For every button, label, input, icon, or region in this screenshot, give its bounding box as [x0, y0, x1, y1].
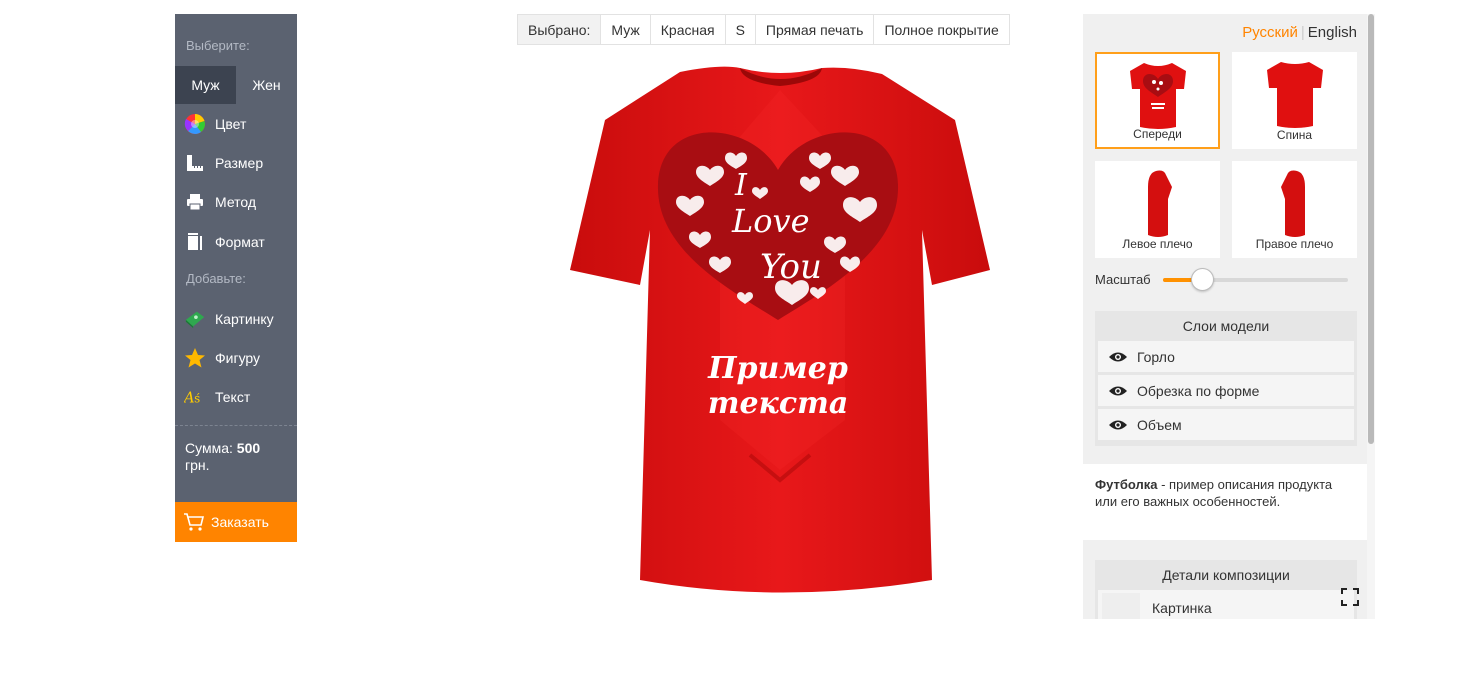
view-left-sleeve[interactable]: Левое плечо — [1095, 161, 1220, 258]
composition-title: Детали композиции — [1162, 567, 1290, 583]
view-selector: Спереди Спина Левое плечо Правое плечо — [1095, 52, 1357, 258]
right-panel: Русский | English Спереди Спина Левое плеч… — [1083, 14, 1367, 619]
product-description: Футболка - пример описания продукта или … — [1083, 464, 1367, 540]
right-panel-scrollbar[interactable] — [1367, 14, 1375, 619]
right-sleeve-thumbnail — [1280, 170, 1305, 237]
selection-size: S — [726, 15, 756, 44]
view-front[interactable]: Спереди — [1095, 52, 1220, 149]
layer-label: Горло — [1137, 348, 1175, 365]
gender-male-tab[interactable]: Муж — [175, 66, 236, 104]
star-icon — [184, 347, 206, 369]
heart-text-love: Love — [731, 202, 810, 240]
layers-title: Слои модели — [1182, 318, 1270, 334]
custom-text-line2: текста — [708, 386, 849, 421]
sum-currency: грн. — [185, 457, 210, 474]
left-sidebar: Выберите: Муж Жен Цвет Размер Метод Форм… — [175, 14, 297, 542]
format-icon — [184, 231, 206, 253]
model-layers: Слои модели Горло Обрезка по форме Объем — [1095, 311, 1357, 446]
layer-label: Обрезка по форме — [1137, 382, 1260, 399]
sidebar-item-add-text[interactable]: Aś Текст — [175, 378, 297, 417]
view-label: Правое плечо — [1255, 237, 1334, 251]
product-name: Футболка — [1095, 477, 1158, 492]
composition-item[interactable]: Картинка — [1098, 590, 1354, 619]
sidebar-item-label: Фигуру — [215, 350, 261, 367]
sidebar-item-label: Метод — [215, 194, 257, 211]
layer-label: Объем — [1137, 416, 1182, 433]
sidebar-item-color[interactable]: Цвет — [175, 104, 297, 143]
language-switch: Русский | English — [1242, 24, 1357, 41]
image-icon — [184, 308, 206, 330]
layer-neck[interactable]: Горло — [1098, 341, 1354, 372]
sidebar-item-label: Картинку — [215, 310, 274, 327]
composition-details: Детали композиции Картинка — [1095, 560, 1357, 619]
custom-text-line1: Пример — [707, 351, 848, 386]
view-label: Спина — [1276, 128, 1313, 142]
view-back[interactable]: Спина — [1232, 52, 1357, 149]
add-heading: Добавьте: — [186, 271, 246, 287]
order-sum: Сумма: 500 грн. — [175, 426, 297, 493]
fullscreen-icon[interactable] — [1340, 587, 1360, 612]
cart-icon — [183, 512, 205, 532]
eye-icon — [1108, 351, 1128, 363]
sidebar-item-add-image[interactable]: Картинку — [175, 299, 297, 338]
left-sleeve-thumbnail — [1147, 170, 1172, 237]
selection-format: Полное покрытие — [884, 21, 999, 38]
selection-summary-bar: Выбрано: Муж Красная S Прямая печать Пол… — [517, 14, 1010, 45]
sum-label: Сумма: — [185, 440, 233, 457]
tshirt-preview[interactable]: I Love You Пример текста — [560, 60, 1000, 605]
sidebar-item-method[interactable]: Метод — [175, 183, 297, 222]
lang-separator: | — [1300, 24, 1305, 41]
scale-slider-handle[interactable] — [1190, 267, 1214, 291]
sidebar-item-add-shape[interactable]: Фигуру — [175, 338, 297, 377]
order-button[interactable]: Заказать — [175, 502, 297, 542]
scale-slider-fill — [1162, 277, 1195, 282]
sidebar-item-format[interactable]: Формат — [175, 222, 297, 261]
scrollbar-thumb[interactable] — [1368, 14, 1374, 444]
scale-slider[interactable] — [1162, 267, 1348, 291]
svg-text:ś: ś — [194, 392, 200, 406]
composition-item-label: Картинка — [1152, 600, 1212, 616]
sidebar-item-label: Размер — [215, 154, 264, 171]
scale-control: Масштаб — [1095, 267, 1357, 291]
layer-volume[interactable]: Объем — [1098, 409, 1354, 440]
lang-russian-link[interactable]: Русский — [1242, 24, 1298, 41]
order-button-label: Заказать — [211, 514, 269, 530]
heart-text-i: I — [734, 168, 748, 203]
view-label: Спереди — [1133, 127, 1182, 141]
view-right-sleeve[interactable]: Правое плечо — [1232, 161, 1357, 258]
selection-color: Красная — [651, 15, 726, 44]
heart-text-you: You — [760, 247, 822, 287]
eye-icon — [1108, 419, 1128, 431]
sidebar-item-size[interactable]: Размер — [175, 143, 297, 182]
lang-english-link[interactable]: English — [1308, 24, 1357, 41]
sidebar-item-label: Цвет — [215, 115, 247, 132]
front-view-thumbnail — [1129, 63, 1186, 129]
text-icon: Aś — [184, 386, 206, 408]
choose-heading: Выберите: — [186, 38, 250, 53]
scale-label: Масштаб — [1095, 272, 1151, 287]
printer-icon — [184, 191, 206, 213]
selection-gender: Муж — [601, 15, 651, 44]
view-label: Левое плечо — [1122, 237, 1193, 251]
sidebar-item-label: Формат — [215, 233, 265, 250]
gender-switch: Муж Жен — [175, 66, 297, 104]
sidebar-item-label: Текст — [215, 389, 251, 406]
layer-shape-crop[interactable]: Обрезка по форме — [1098, 375, 1354, 406]
back-view-thumbnail — [1266, 62, 1323, 128]
gender-female-tab[interactable]: Жен — [236, 66, 297, 104]
composition-item-thumbnail — [1102, 593, 1140, 619]
color-wheel-icon — [184, 113, 206, 135]
sum-value: 500 — [236, 440, 261, 457]
selection-method: Прямая печать — [756, 15, 875, 44]
eye-icon — [1108, 385, 1128, 397]
ruler-icon — [184, 152, 206, 174]
svg-text:A: A — [184, 390, 195, 407]
selection-label: Выбрано: — [518, 15, 602, 44]
